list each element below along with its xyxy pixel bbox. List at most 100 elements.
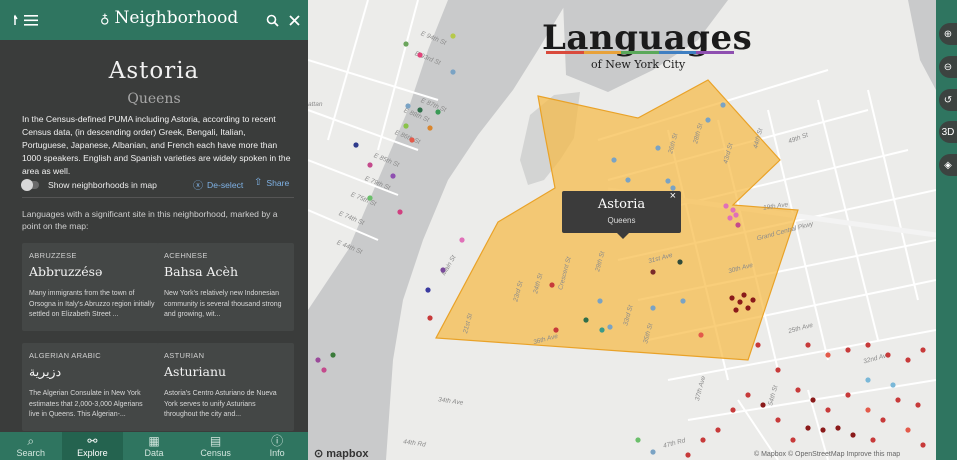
language-site-marker[interactable] (367, 195, 373, 201)
language-site-marker[interactable] (775, 367, 781, 373)
language-site-marker[interactable] (905, 357, 911, 363)
language-site-marker[interactable] (733, 307, 739, 313)
language-site-marker[interactable] (425, 287, 431, 293)
language-site-marker[interactable] (583, 317, 589, 323)
nav-explore[interactable]: ⚯ Explore (61, 432, 124, 460)
language-site-marker[interactable] (865, 377, 871, 383)
language-site-marker[interactable] (870, 437, 876, 443)
language-site-marker[interactable] (677, 259, 683, 265)
language-site-marker[interactable] (680, 298, 686, 304)
language-site-marker[interactable] (459, 237, 465, 243)
language-card-asturian[interactable]: ASTURIAN Asturianu Astoria's Centro Astu… (157, 343, 294, 431)
language-site-marker[interactable] (650, 269, 656, 275)
language-site-marker[interactable] (723, 203, 729, 209)
language-site-marker[interactable] (880, 417, 886, 423)
language-site-marker[interactable] (409, 137, 415, 143)
language-site-marker[interactable] (775, 417, 781, 423)
language-site-marker[interactable] (685, 452, 691, 458)
language-site-marker[interactable] (845, 347, 851, 353)
language-site-marker[interactable] (655, 145, 661, 151)
language-site-marker[interactable] (730, 407, 736, 413)
zoom-in-icon[interactable]: ⊕ (939, 23, 957, 45)
language-site-marker[interactable] (353, 142, 359, 148)
language-site-marker[interactable] (427, 315, 433, 321)
language-site-marker[interactable] (440, 267, 446, 273)
language-site-marker[interactable] (905, 427, 911, 433)
share-button[interactable]: ⇧ Share (254, 177, 289, 188)
language-site-marker[interactable] (665, 178, 671, 184)
language-site-marker[interactable] (737, 299, 743, 305)
language-site-marker[interactable] (890, 382, 896, 388)
language-site-marker[interactable] (915, 402, 921, 408)
language-site-marker[interactable] (417, 107, 423, 113)
nav-data[interactable]: ▦ Data (123, 432, 185, 460)
language-site-marker[interactable] (390, 173, 396, 179)
language-site-marker[interactable] (730, 207, 736, 213)
language-site-marker[interactable] (607, 324, 613, 330)
language-site-marker[interactable] (750, 297, 756, 303)
language-site-marker[interactable] (805, 425, 811, 431)
language-site-marker[interactable] (795, 387, 801, 393)
language-site-marker[interactable] (720, 102, 726, 108)
language-site-marker[interactable] (635, 437, 641, 443)
language-site-marker[interactable] (850, 432, 856, 438)
reset-rotation-icon[interactable]: ↺ (939, 89, 957, 111)
nav-search[interactable]: ⌕ Search (0, 432, 62, 460)
language-site-marker[interactable] (427, 125, 433, 131)
map-attribution[interactable]: © Mapbox © OpenStreetMap Improve this ma… (754, 451, 900, 458)
language-site-marker[interactable] (705, 117, 711, 123)
language-site-marker[interactable] (885, 352, 891, 358)
nav-census[interactable]: ▤ Census (185, 432, 247, 460)
language-site-marker[interactable] (835, 425, 841, 431)
3d-view-icon[interactable]: 3D (939, 121, 957, 143)
show-neighborhoods-toggle[interactable] (21, 179, 39, 191)
mapbox-logo[interactable]: ⊙ mapbox (314, 447, 368, 460)
language-site-marker[interactable] (790, 437, 796, 443)
language-site-marker[interactable] (315, 357, 321, 363)
close-icon[interactable] (285, 10, 303, 30)
language-site-marker[interactable] (611, 157, 617, 163)
language-site-marker[interactable] (895, 397, 901, 403)
language-site-marker[interactable] (450, 69, 456, 75)
language-site-marker[interactable] (727, 215, 733, 221)
map-canvas[interactable]: attan E 94th St E 93rd St E 87th St E 88… (308, 0, 936, 460)
language-site-marker[interactable] (700, 437, 706, 443)
language-site-marker[interactable] (733, 212, 739, 218)
language-site-marker[interactable] (825, 407, 831, 413)
language-card-acehnese[interactable]: ACEHNESE Bahsa Acèh New York's relativel… (157, 243, 294, 331)
language-site-marker[interactable] (450, 33, 456, 39)
language-site-marker[interactable] (321, 367, 327, 373)
language-site-marker[interactable] (625, 177, 631, 183)
zoom-out-icon[interactable]: ⊖ (939, 56, 957, 78)
language-site-marker[interactable] (810, 397, 816, 403)
language-points[interactable] (315, 33, 926, 458)
language-site-marker[interactable] (435, 109, 441, 115)
language-site-marker[interactable] (405, 103, 411, 109)
language-site-marker[interactable] (820, 427, 826, 433)
language-site-marker[interactable] (549, 282, 555, 288)
language-site-marker[interactable] (920, 347, 926, 353)
language-site-marker[interactable] (403, 41, 409, 47)
language-site-marker[interactable] (650, 305, 656, 311)
language-site-marker[interactable] (920, 442, 926, 448)
language-site-marker[interactable] (397, 209, 403, 215)
deselect-button[interactable]: ⓧ De-select (193, 177, 243, 193)
language-site-marker[interactable] (825, 352, 831, 358)
language-site-marker[interactable] (599, 327, 605, 333)
language-site-marker[interactable] (741, 292, 747, 298)
language-card-algerian-arabic[interactable]: ALGERIAN ARABIC دزيرية The Algerian Cons… (22, 343, 159, 431)
language-site-marker[interactable] (650, 449, 656, 455)
language-site-marker[interactable] (805, 342, 811, 348)
language-site-marker[interactable] (403, 123, 409, 129)
language-site-marker[interactable] (417, 52, 423, 58)
language-site-marker[interactable] (729, 295, 735, 301)
language-card-abruzzese[interactable]: ABRUZZESE Abbruzzésə Many immigrants fro… (22, 243, 159, 331)
language-site-marker[interactable] (745, 392, 751, 398)
layers-icon[interactable]: ◈ (939, 154, 957, 176)
language-site-marker[interactable] (845, 392, 851, 398)
language-site-marker[interactable] (367, 162, 373, 168)
language-site-marker[interactable] (760, 402, 766, 408)
language-site-marker[interactable] (698, 332, 704, 338)
language-site-marker[interactable] (865, 407, 871, 413)
list-indent-icon[interactable] (10, 10, 46, 30)
